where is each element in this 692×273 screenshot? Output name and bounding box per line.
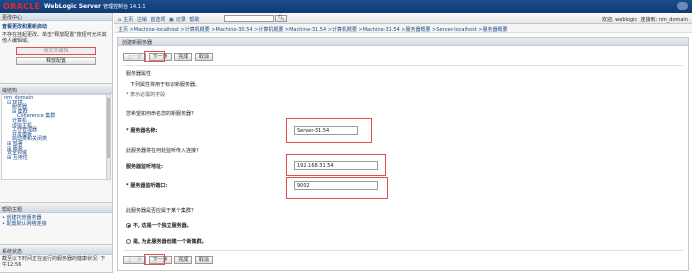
highlight-next-top [144,51,165,62]
connected-domain: 连接到: nm_domain [640,17,688,23]
tree-scrollbar-thumb[interactable] [107,98,110,158]
section-title: 服务器属性 [126,71,152,77]
product-title: WebLogic Server 管理控制台 14.1.1 [44,3,146,10]
welcome-user: 欢迎, weblogic [601,17,638,23]
domain-structure-title: 域结构 [0,86,112,94]
change-center-panel: 更改中心 查看更改和重新启动 不存在挂起更改。单击"释放配置"按钮可允许其他人编… [0,13,112,84]
required-note: * 表示必需的字段 [126,92,166,98]
help-link-network[interactable]: • 配置默认网络连接 [2,221,110,227]
view-changes-link[interactable]: 查看更改和重新启动 [0,21,112,31]
system-status-title: 系统状态 [0,247,112,255]
bottom-button-row: 上一步 下一步 完成 取消 [123,256,214,264]
back-button[interactable]: 上一步 [123,256,147,264]
help-title: 帮助主题 [0,205,112,213]
highlight-listen-address [286,154,386,176]
radio-standalone[interactable] [126,223,131,228]
finish-button[interactable]: 完成 [174,53,193,61]
radio-cluster-row[interactable]: 是, 为此服务器创建一个新集群。 [126,238,207,245]
toolbar: ⌂ 主页 注销 首选项 ▣ 记录 帮助 🔍︎ 欢迎, weblogic 连接到: n… [114,13,692,24]
help-panel: 帮助主题 • 创建托管服务器 • 配置默认网络连接 [0,205,112,245]
toolbar-help[interactable]: 帮助 [189,17,199,23]
form-title: 创建新服务器 [118,38,688,46]
question-name: 您希望如何命名您的新服务器? [126,111,194,117]
search-icon: 🔍︎ [277,15,285,21]
finish-button[interactable]: 完成 [174,256,193,264]
toolbar-record[interactable]: 记录 [176,17,186,23]
top-button-row: 上一步 下一步 完成 取消 [123,53,214,61]
separator [123,65,683,66]
toolbar-preferences[interactable]: 首选项 [150,17,165,23]
change-center-text: 不存在挂起更改。单击"释放配置"按钮可允许其他人编辑域。 [2,32,107,44]
left-sidebar: 更改中心 查看更改和重新启动 不存在挂起更改。单击"释放配置"按钮可允许其他人编… [0,13,113,273]
header-bar: ORACLE WebLogic Server 管理控制台 14.1.1 [0,0,692,13]
main-area: ⌂ 主页 注销 首选项 ▣ 记录 帮助 🔍︎ 欢迎, weblogic 连接到: n… [114,13,692,273]
create-server-form: 创建新服务器 上一步 下一步 完成 取消 服务器属性 下列属性将用于标识新服务器… [117,37,689,271]
tree-scrollbar[interactable] [106,95,110,179]
radio-cluster-label[interactable]: 是, 为此服务器创建一个新集群。 [133,239,207,245]
oracle-logo: ORACLE [3,2,41,11]
domain-tree: nm_domain ⊟ 环境 服务器 ⊞ 集群 Coherence 集群 计算机… [1,94,111,180]
radio-new-cluster[interactable] [126,239,131,244]
toolbar-links: ⌂ 主页 注销 首选项 ▣ 记录 帮助 [118,16,201,23]
question-cluster: 此服务器是否应属于某个集群? [126,208,194,214]
breadcrumb[interactable]: 主页 >Machine-localhost >计算机概要 >Machine-30… [114,24,692,33]
section-description: 下列属性将用于标识新服务器。 [130,82,201,88]
search-input[interactable] [224,15,274,22]
listen-port-label: * 服务器监听端口: [126,183,168,189]
system-status-panel: 系统状态 截至以下时间正在运行的服务器的健康状况: 下午12:56 [0,247,112,273]
domain-structure-panel: 域结构 nm_domain ⊟ 环境 服务器 ⊞ 集群 Coherence 集群… [0,86,112,203]
highlight-server-name [286,118,372,143]
back-button[interactable]: 上一步 [123,53,147,61]
system-status-text: 截至以下时间正在运行的服务器的健康状况: 下午12:56 [2,256,106,268]
tree-item-interoperability[interactable]: ⊞ 互用性 [4,155,108,161]
separator [123,250,683,251]
oracle-oval-icon [677,2,688,10]
server-name-label: * 服务器名称: [126,128,158,134]
change-center-title: 更改中心 [0,13,112,21]
question-listen: 此服务器将在何处监听传入连接? [126,148,199,154]
product-name: WebLogic Server [44,3,101,10]
release-configuration-button[interactable]: 释放配置 [16,57,96,65]
highlight-listen-port [286,177,388,199]
record-icon: ▣ [169,17,174,23]
toolbar-home[interactable]: 主页 [123,17,133,23]
cancel-button[interactable]: 取消 [194,256,213,264]
welcome-text: 欢迎, weblogic 连接到: nm_domain [602,16,688,23]
highlight-next-bottom [144,254,165,265]
help-link-label[interactable]: 配置默认网络连接 [7,221,47,227]
search-button[interactable]: 🔍︎ [275,15,287,22]
listen-address-label: 服务器监听地址: [126,164,164,170]
radio-standalone-row[interactable]: 不, 这是一个独立服务器。 [126,222,192,229]
product-subtitle: 管理控制台 14.1.1 [103,4,146,10]
toolbar-logout[interactable]: 注销 [137,17,147,23]
radio-standalone-label[interactable]: 不, 这是一个独立服务器。 [133,223,192,229]
lock-and-edit-button[interactable]: 锁定并编辑 [16,47,96,55]
cancel-button[interactable]: 取消 [194,53,213,61]
home-icon: ⌂ [118,17,122,23]
